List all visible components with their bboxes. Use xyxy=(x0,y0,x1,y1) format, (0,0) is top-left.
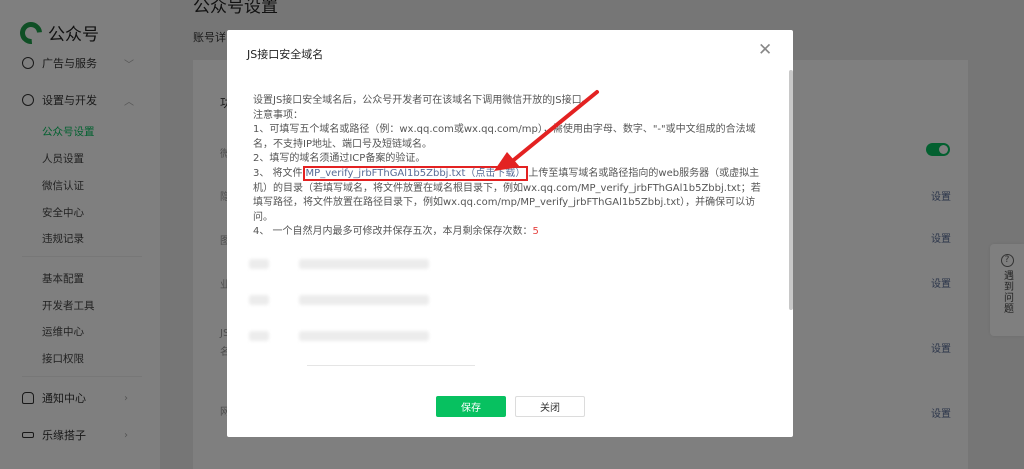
domain-row-blurred xyxy=(249,295,429,307)
dialog-body: 设置JS接口安全域名后，公众号开发者可在该域名下调用微信开放的JS接口。 注意事… xyxy=(253,94,765,240)
note-1: 1、可填写五个域名或路径（例：wx.qq.com或wx.qq.com/mp），需… xyxy=(253,124,756,150)
note-2: 2、填写的域名须通过ICP备案的验证。 xyxy=(253,153,426,165)
dialog-title: JS接口安全域名 xyxy=(247,48,324,61)
download-verify-file-link[interactable]: MP_verify_jrbFThGAl1b5Zbbj.txt（点击下载） xyxy=(302,165,529,181)
close-icon[interactable]: ✕ xyxy=(758,40,772,60)
domain-input[interactable] xyxy=(307,365,475,366)
note-3: 3、 将文件 MP_verify_jrbFThGAl1b5Zbbj.txt（点击下… xyxy=(253,165,765,225)
remaining-count: 5 xyxy=(532,226,539,238)
js-domain-dialog: JS接口安全域名 ✕ 设置JS接口安全域名后，公众号开发者可在该域名下调用微信开… xyxy=(227,30,793,437)
domain-row-blurred xyxy=(249,259,429,271)
domain-row-blurred xyxy=(249,331,429,343)
notes-title: 注意事项： xyxy=(253,109,303,121)
note-4: 4、 一个自然月内最多可修改并保存五次，本月剩余保存次数：5 xyxy=(253,225,765,240)
note-3-prefix: 3、 将文件 xyxy=(253,167,303,179)
scrollbar[interactable] xyxy=(789,70,793,310)
save-button[interactable]: 保存 xyxy=(436,396,506,417)
note-4-prefix: 4、 一个自然月内最多可修改并保存五次，本月剩余保存次数： xyxy=(253,226,533,238)
dialog-intro: 设置JS接口安全域名后，公众号开发者可在该域名下调用微信开放的JS接口。 xyxy=(253,95,592,106)
close-button[interactable]: 关闭 xyxy=(515,396,585,417)
